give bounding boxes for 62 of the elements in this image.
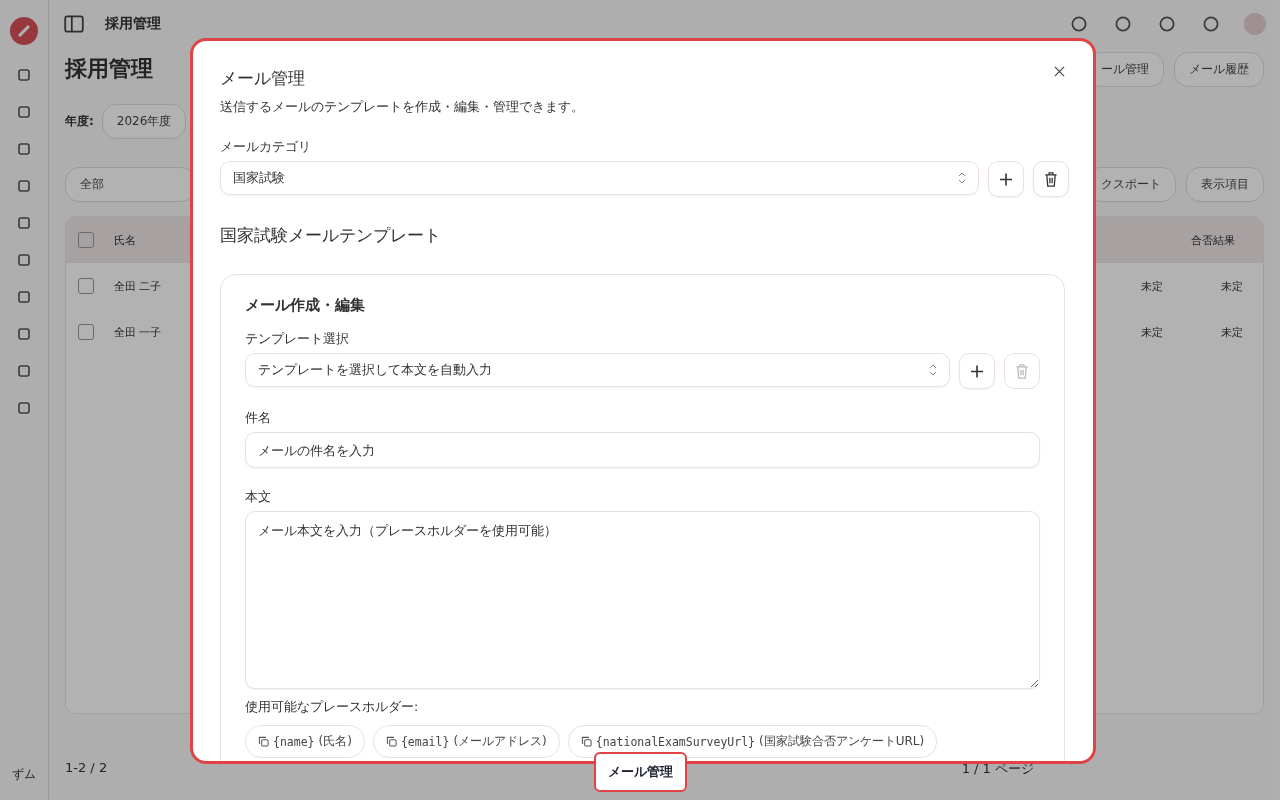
body-field[interactable]: メール本文を入力（プレースホルダーを使用可能）	[245, 511, 1040, 689]
tooltip: メール管理	[594, 752, 687, 792]
placeholder-chip[interactable]: {email} (メールアドレス)	[372, 725, 560, 758]
add-button[interactable]	[959, 353, 995, 389]
table-cell-text: 未定	[1221, 278, 1244, 294]
trash-icon	[1015, 363, 1029, 379]
copy-icon	[385, 736, 397, 747]
chevron-icon	[958, 172, 966, 184]
nav-icon[interactable]	[16, 141, 32, 157]
sidebar-toggle-icon[interactable]	[63, 13, 85, 35]
nav-icon[interactable]	[16, 67, 32, 83]
category-select[interactable]: 国家試験	[220, 161, 979, 195]
plus-icon	[970, 363, 984, 379]
page-title: 採用管理	[65, 55, 153, 83]
field-label: 件名	[245, 409, 272, 427]
toolbar-button[interactable]: 表示項目	[1186, 167, 1264, 202]
dialog-title: メール管理	[220, 67, 305, 90]
app-title: 採用管理	[105, 15, 161, 33]
column-header[interactable]: 合否結果	[1191, 232, 1251, 248]
table-cell-text: 未定	[1221, 324, 1244, 340]
header-button[interactable]: メール履歴	[1174, 51, 1264, 87]
nav-icon[interactable]	[16, 252, 32, 268]
copy-icon	[258, 736, 269, 747]
table-cell: 全田 二子	[114, 278, 162, 294]
trash-icon	[1044, 171, 1058, 187]
template-select[interactable]: テンプレートを選択して本文を自動入力	[245, 353, 950, 387]
year-select[interactable]: 2026年度	[101, 104, 187, 139]
plus-icon	[999, 171, 1013, 187]
nav-icon[interactable]	[16, 326, 32, 342]
card-title: メール作成・編集	[245, 296, 366, 315]
section-title: 国家試験メールテンプレート	[220, 224, 442, 247]
delete-button[interactable]	[1033, 161, 1069, 197]
add-button[interactable]	[988, 161, 1024, 197]
field-label: 本文	[245, 488, 272, 506]
table-cell-text: 未定	[1141, 324, 1164, 340]
checkbox[interactable]	[78, 232, 94, 248]
year-label: 年度:	[65, 113, 94, 130]
nav-icon[interactable]	[16, 400, 32, 416]
checkbox[interactable]	[78, 278, 94, 294]
dialog-description: 送信するメールのテンプレートを作成・編集・管理できます。	[220, 99, 585, 116]
subject-field[interactable]: メールの件名を入力	[245, 432, 1040, 468]
nav-icon[interactable]	[16, 104, 32, 120]
nav-icon[interactable]	[16, 289, 32, 305]
chevron-icon	[929, 364, 937, 376]
table-cell-text: 未定	[1141, 278, 1164, 294]
field-label: テンプレート選択	[245, 330, 350, 348]
nav-icon[interactable]	[16, 178, 32, 194]
placeholder-chip[interactable]: {nationalExamSurveyUrl} (国家試験合否アンケートURL)	[567, 725, 938, 758]
row-count: 1-2 / 2	[65, 760, 108, 777]
user-avatar[interactable]: ずム	[9, 763, 39, 786]
close-icon[interactable]	[1054, 66, 1065, 77]
nav-icon[interactable]	[16, 363, 32, 379]
nav-icon[interactable]	[16, 215, 32, 231]
placeholder-chip[interactable]: {name} (氏名)	[245, 725, 365, 758]
logo-icon	[9, 16, 39, 46]
field-label: メールカテゴリ	[220, 138, 312, 156]
column-header[interactable]: 氏名	[114, 232, 136, 248]
copy-icon	[580, 736, 592, 747]
table-cell: 全田 一子	[114, 324, 162, 340]
page-indicator: 1 / 1 ページ	[961, 760, 1034, 778]
checkbox[interactable]	[78, 324, 94, 340]
placeholders-label: 使用可能なプレースホルダー:	[245, 699, 420, 716]
